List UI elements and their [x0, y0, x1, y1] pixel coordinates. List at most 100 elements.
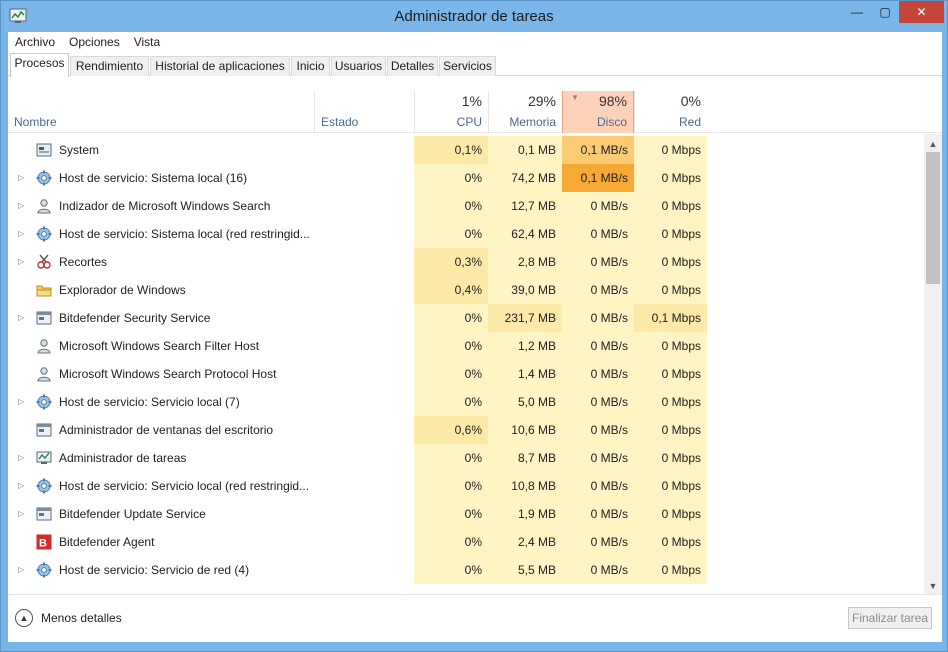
- process-row[interactable]: ▷ Administrador de tareas 0% 8,7 MB 0 MB/s 0 …: [8, 444, 924, 472]
- expand-chevron-icon[interactable]: ▷: [18, 472, 28, 500]
- process-mem-cell: 62,4 MB: [488, 220, 562, 248]
- process-net-cell: 0 Mbps: [634, 248, 707, 276]
- window-icon: [36, 507, 52, 521]
- expand-chevron-icon[interactable]: ▷: [18, 388, 28, 416]
- menu-opciones[interactable]: Opciones: [62, 32, 127, 52]
- process-cpu-cell: 0,3%: [414, 248, 488, 276]
- process-name: System: [59, 143, 100, 157]
- process-disk-cell: 0 MB/s: [562, 332, 634, 360]
- expand-chevron-icon[interactable]: ▷: [18, 164, 28, 192]
- process-name: Bitdefender Update Service: [59, 507, 206, 521]
- tab-usuarios[interactable]: Usuarios: [331, 56, 386, 76]
- tab-rendimiento[interactable]: Rendimiento: [70, 56, 149, 76]
- tab-detalles[interactable]: Detalles: [387, 56, 438, 76]
- scroll-down-icon[interactable]: ▼: [924, 578, 942, 594]
- search-user-icon: [37, 367, 51, 382]
- process-name: Host de servicio: Sistema local (16): [59, 171, 248, 185]
- process-mem-cell: 231,7 MB: [488, 304, 562, 332]
- expand-chevron-icon[interactable]: ▷: [18, 556, 28, 584]
- tab-inicio[interactable]: Inicio: [291, 56, 330, 76]
- process-cpu-cell: 0%: [414, 388, 488, 416]
- footer-bar: ▲ Menos detalles Finalizar tarea: [8, 594, 942, 642]
- less-details-button[interactable]: ▲ Menos detalles: [15, 607, 122, 629]
- process-row[interactable]: Administrador de ventanas del escritorio…: [8, 416, 924, 444]
- process-disk-cell: 0 MB/s: [562, 472, 634, 500]
- sort-arrow-icon: ▼: [571, 93, 579, 102]
- menu-archivo[interactable]: Archivo: [8, 32, 62, 52]
- process-row[interactable]: Microsoft Windows Search Filter Host 0% 1,…: [8, 332, 924, 360]
- process-mem-cell: 0,1 MB: [488, 136, 562, 164]
- process-net-cell: 0 Mbps: [634, 332, 707, 360]
- expand-chevron-icon[interactable]: ▷: [18, 500, 28, 528]
- process-row[interactable]: ▷ Bitdefender Security Service 0% 231,7 MB 0…: [8, 304, 924, 332]
- expand-chevron-icon[interactable]: ▷: [18, 444, 28, 472]
- process-row[interactable]: Explorador de Windows 0,4% 39,0 MB 0 MB/s 0 …: [8, 276, 924, 304]
- menu-vista[interactable]: Vista: [127, 32, 167, 52]
- process-row[interactable]: ▷ Indizador de Microsoft Windows Search 0%…: [8, 192, 924, 220]
- process-row[interactable]: ▷ Bitdefender Update Service 0% 1,9 MB 0 MB/…: [8, 500, 924, 528]
- col-memoria[interactable]: 29% Memoria: [488, 91, 562, 133]
- expand-chevron-icon[interactable]: ▷: [18, 192, 28, 220]
- col-red[interactable]: 0% Red: [634, 91, 707, 133]
- process-name: Bitdefender Agent: [59, 535, 155, 549]
- vertical-scrollbar[interactable]: ▲ ▼: [924, 134, 942, 594]
- col-disco[interactable]: ▼ 98% Disco: [562, 91, 634, 133]
- tab-procesos[interactable]: Procesos: [10, 53, 69, 77]
- col-estado-label: Estado: [321, 115, 359, 129]
- col-estado[interactable]: Estado: [314, 91, 414, 133]
- process-row[interactable]: B Bitdefender Agent 0% 2,4 MB 0 MB/s 0 Mbps: [8, 528, 924, 556]
- gear-icon: [36, 170, 52, 186]
- col-cpu[interactable]: 1% CPU: [414, 91, 488, 133]
- folder-icon: [36, 285, 52, 297]
- tab-servicios[interactable]: Servicios: [439, 56, 496, 76]
- process-row[interactable]: System 0,1% 0,1 MB 0,1 MB/s 0 Mbps: [8, 136, 924, 164]
- expand-chevron-icon[interactable]: ▷: [18, 220, 28, 248]
- process-name: Indizador de Microsoft Windows Search: [59, 199, 271, 213]
- process-disk-cell: 0 MB/s: [562, 192, 634, 220]
- process-mem-cell: 10,8 MB: [488, 472, 562, 500]
- process-row[interactable]: Microsoft Windows Search Protocol Host 0%…: [8, 360, 924, 388]
- process-cpu-cell: 0,4%: [414, 276, 488, 304]
- expand-chevron-icon[interactable]: ▷: [18, 304, 28, 332]
- process-disk-cell: 0 MB/s: [562, 556, 634, 584]
- process-name: Administrador de ventanas del escritorio: [59, 423, 274, 437]
- process-disk-cell: 0 MB/s: [562, 360, 634, 388]
- process-disk-cell: 0 MB/s: [562, 416, 634, 444]
- title-bar[interactable]: Administrador de tareas — ▢ ✕: [1, 1, 947, 32]
- process-row[interactable]: ▷ Host de servicio: Sistema local (16) 0% 7…: [8, 164, 924, 192]
- process-cpu-cell: 0%: [414, 444, 488, 472]
- minimize-button[interactable]: —: [843, 1, 871, 23]
- process-cpu-cell: 0%: [414, 164, 488, 192]
- expand-chevron-icon[interactable]: ▷: [18, 248, 28, 276]
- process-row[interactable]: ▷ Host de servicio: Servicio local (7) 0% 5…: [8, 388, 924, 416]
- end-task-button[interactable]: Finalizar tarea: [848, 607, 932, 629]
- process-cpu-cell: 0%: [414, 304, 488, 332]
- col-cpu-label: CPU: [456, 115, 482, 129]
- process-net-cell: 0 Mbps: [634, 500, 707, 528]
- scroll-thumb[interactable]: [926, 152, 940, 284]
- process-disk-cell: 0 MB/s: [562, 528, 634, 556]
- bitdefender-icon: B: [36, 534, 52, 550]
- scroll-up-icon[interactable]: ▲: [924, 136, 942, 152]
- process-mem-cell: 2,8 MB: [488, 248, 562, 276]
- process-list: System 0,1% 0,1 MB 0,1 MB/s 0 Mbps ▷ Host de s…: [8, 134, 924, 594]
- maximize-button[interactable]: ▢: [871, 1, 899, 23]
- process-net-cell: 0 Mbps: [634, 556, 707, 584]
- col-nombre[interactable]: Nombre: [8, 91, 314, 133]
- process-disk-cell: 0 MB/s: [562, 444, 634, 472]
- process-name: Microsoft Windows Search Protocol Host: [59, 367, 277, 381]
- process-cpu-cell: 0%: [414, 556, 488, 584]
- process-row[interactable]: ▷ Host de servicio: Sistema local (red re…: [8, 220, 924, 248]
- process-mem-cell: 2,4 MB: [488, 528, 562, 556]
- tab-historial[interactable]: Historial de aplicaciones: [150, 56, 290, 76]
- process-row[interactable]: ▷ Host de servicio: Servicio de red (4) 0%…: [8, 556, 924, 584]
- process-name: Host de servicio: Servicio de red (4): [59, 563, 250, 577]
- process-row[interactable]: ▷ Recortes 0,3% 2,8 MB 0 MB/s 0 Mbps: [8, 248, 924, 276]
- process-net-cell: 0 Mbps: [634, 472, 707, 500]
- process-row[interactable]: ▷ Host de servicio: Servicio local (red r…: [8, 472, 924, 500]
- process-cpu-cell: 0,1%: [414, 136, 488, 164]
- chevron-up-icon: ▲: [15, 609, 33, 627]
- window-title: Administrador de tareas: [394, 8, 554, 25]
- process-net-cell: 0 Mbps: [634, 276, 707, 304]
- close-button[interactable]: ✕: [899, 1, 944, 23]
